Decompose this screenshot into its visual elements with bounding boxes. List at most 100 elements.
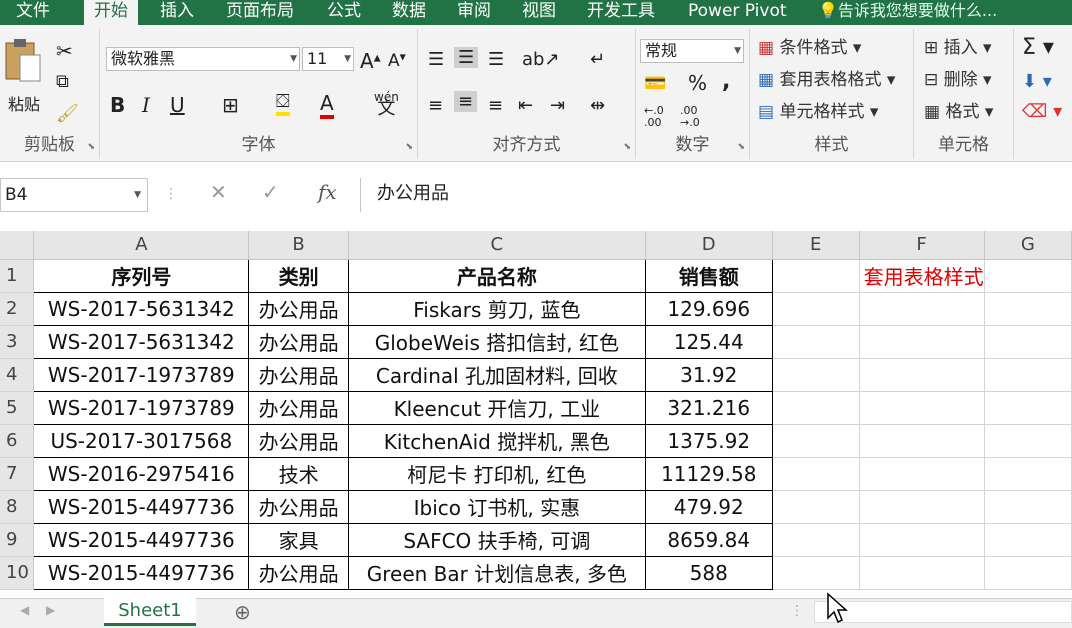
col-header-e[interactable]: E [772, 231, 860, 260]
scroll-right-icon[interactable]: ▶ [46, 603, 55, 617]
cell[interactable]: 序列号 [33, 258, 250, 293]
font-name-select[interactable]: 微软雅黑 ▼ [106, 47, 300, 71]
cell[interactable]: Green Bar 计划信息表, 多色 [347, 555, 646, 590]
horizontal-scrollbar[interactable] [814, 601, 1072, 623]
cell[interactable]: Kleencut 开信刀, 工业 [347, 390, 646, 425]
tab-data[interactable]: 数据 [382, 0, 436, 25]
decrease-decimal-icon[interactable]: .00 →.0 [680, 105, 700, 129]
cell[interactable] [772, 292, 860, 326]
cell[interactable]: 产品名称 [347, 258, 646, 293]
grow-font-icon[interactable]: A▲ [360, 49, 381, 73]
cell[interactable]: 办公用品 [248, 291, 349, 326]
decrease-indent-icon[interactable]: ⇤ [518, 95, 533, 116]
borders-icon[interactable]: ⊞ [222, 93, 239, 117]
cell[interactable] [984, 424, 1072, 458]
cell[interactable] [772, 457, 860, 491]
cell[interactable] [772, 424, 860, 458]
cell[interactable]: 31.92 [644, 357, 773, 392]
cell[interactable]: Fiskars 剪刀, 蓝色 [347, 291, 646, 326]
row-header[interactable]: 10 [0, 556, 35, 590]
cell[interactable]: WS-2015-4497736 [33, 522, 250, 557]
cell[interactable]: 技术 [248, 456, 349, 491]
add-sheet-icon[interactable]: ⊕ [234, 600, 251, 624]
splitter-icon[interactable]: ⋮ [790, 603, 804, 619]
col-header-c[interactable]: C [348, 231, 646, 260]
cell[interactable]: GlobeWeis 搭扣信封, 红色 [347, 324, 646, 359]
dialog-launcher-icon[interactable]: ⬊ [623, 142, 631, 152]
cell[interactable] [772, 556, 860, 590]
align-middle-icon[interactable]: ☰ [454, 47, 479, 68]
cell[interactable]: WS-2017-1973789 [33, 357, 250, 392]
row-header[interactable]: 7 [0, 457, 35, 491]
cell[interactable]: 办公用品 [248, 324, 349, 359]
name-box[interactable]: B4 ▼ [0, 178, 148, 212]
cell[interactable]: 办公用品 [248, 390, 349, 425]
cell[interactable] [772, 523, 860, 557]
font-size-select[interactable]: 11 ▼ [302, 47, 354, 71]
insert-cells-button[interactable]: ⊞ 插入 ▾ [924, 37, 992, 59]
cell[interactable] [984, 292, 1072, 326]
row-header[interactable]: 8 [0, 490, 35, 524]
select-all-corner[interactable] [0, 231, 35, 260]
cell[interactable]: 8659.84 [644, 522, 773, 557]
cell[interactable]: Ibico 订书机, 实惠 [347, 489, 646, 524]
cell[interactable] [859, 457, 985, 491]
tell-me-box[interactable]: 💡告诉我您想要做什么... [818, 0, 997, 22]
cell[interactable]: 479.92 [644, 489, 773, 524]
align-left-icon[interactable]: ≡ [428, 95, 443, 116]
cell[interactable]: WS-2016-2975416 [33, 456, 250, 491]
autosum-icon[interactable]: Σ ▾ [1022, 35, 1054, 60]
cut-icon[interactable]: ✂ [56, 39, 73, 63]
dialog-launcher-icon[interactable]: ⬊ [87, 142, 95, 152]
cell[interactable] [984, 391, 1072, 425]
cell[interactable] [772, 391, 860, 425]
cell[interactable]: 125.44 [644, 324, 773, 359]
tab-insert[interactable]: 插入 [150, 0, 204, 25]
cell[interactable] [984, 457, 1072, 491]
cell[interactable] [772, 259, 860, 293]
number-format-select[interactable]: 常规 ▼ [640, 39, 744, 63]
conditional-formatting-button[interactable]: ▦ 条件格式 ▾ [758, 37, 861, 59]
tab-power-pivot[interactable]: Power Pivot [678, 0, 797, 25]
cell[interactable] [984, 259, 1072, 293]
cell[interactable]: 办公用品 [248, 423, 349, 458]
cell[interactable] [984, 523, 1072, 557]
col-header-d[interactable]: D [645, 231, 773, 260]
cell[interactable]: 家具 [248, 522, 349, 557]
cell[interactable]: Cardinal 孔加固材料, 回收 [347, 357, 646, 392]
tab-home[interactable]: 开始 [84, 0, 138, 25]
percent-icon[interactable]: % [688, 71, 707, 95]
cell[interactable]: 129.696 [644, 291, 773, 326]
cell[interactable] [984, 325, 1072, 359]
cell[interactable] [859, 556, 985, 590]
row-header[interactable]: 1 [0, 259, 35, 293]
enter-icon[interactable]: ✓ [262, 180, 279, 204]
align-center-icon[interactable]: ≡ [454, 91, 478, 112]
row-header[interactable]: 9 [0, 523, 35, 557]
cell[interactable] [984, 490, 1072, 524]
align-top-icon[interactable]: ☰ [428, 49, 444, 70]
cell[interactable] [859, 325, 985, 359]
col-header-a[interactable]: A [33, 231, 250, 260]
increase-indent-icon[interactable]: ⇥ [550, 95, 565, 116]
tab-page-layout[interactable]: 页面布局 [216, 0, 304, 25]
cell[interactable]: 办公用品 [248, 357, 349, 392]
cell[interactable]: WS-2015-4497736 [33, 555, 250, 590]
wrap-text-icon[interactable]: ↵ [590, 49, 605, 70]
cell[interactable]: 类别 [248, 258, 349, 293]
col-header-f[interactable]: F [859, 231, 985, 260]
fill-icon[interactable]: ⬇ ▾ [1022, 71, 1052, 92]
cell[interactable]: 321.216 [644, 390, 773, 425]
underline-button[interactable]: U [170, 93, 185, 117]
phonetic-icon[interactable]: wén 文 [374, 91, 399, 118]
cell[interactable] [984, 358, 1072, 392]
cell[interactable]: 11129.58 [644, 456, 773, 491]
row-header[interactable]: 6 [0, 424, 35, 458]
cell[interactable] [772, 358, 860, 392]
tab-formulas[interactable]: 公式 [317, 0, 371, 25]
worksheet-grid[interactable]: A B C D E F G 1 序列号 类别 产品名称 销售额 套用表格样式 2… [0, 231, 1072, 598]
clear-icon[interactable]: ⌫ ▾ [1022, 101, 1062, 122]
fill-color-icon[interactable]: ⛋ [276, 91, 290, 116]
format-as-table-button[interactable]: ▦ 套用表格格式 ▾ [758, 69, 895, 91]
currency-icon[interactable]: 💳 [644, 73, 666, 94]
